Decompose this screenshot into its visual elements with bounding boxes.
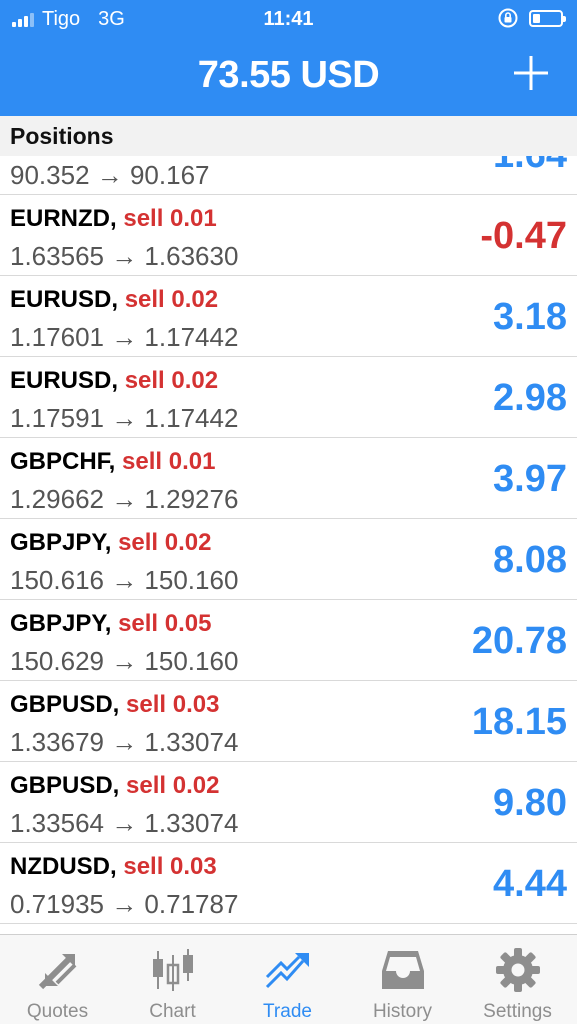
tab-label: Settings (483, 1001, 552, 1022)
position-profit: 3.97 (493, 458, 567, 500)
position-price-change: 1.29662 → 1.29276 (10, 484, 239, 514)
account-balance: 73.55 USD (197, 54, 380, 96)
trade-trend-icon (265, 953, 309, 989)
tab-label: History (372, 1001, 433, 1022)
position-row[interactable]: EURUSD, sell 0.02 1.17591 → 1.17442 2.98 (0, 357, 577, 438)
position-profit: 1.64 (493, 156, 567, 177)
position-action: sell 0.01 (122, 448, 216, 475)
settings-gear-icon (496, 948, 540, 992)
positions-list[interactable]: 90.352 → 90.167 1.64 EURNZD, sell 0.01 1.63… (0, 156, 577, 934)
battery-icon (529, 9, 566, 27)
position-symbol-line: GBPUSD, sell 0.02 (10, 772, 219, 800)
position-row[interactable]: 90.352 → 90.167 1.64 (0, 156, 577, 195)
position-action: sell 0.05 (118, 610, 212, 637)
nav-bar: 73.55 USD (0, 38, 577, 116)
status-bar: Tigo 3G 11:41 (0, 0, 577, 38)
position-symbol-line: GBPUSD, sell 0.03 (10, 691, 219, 719)
position-symbol: GBPUSD, (10, 772, 120, 799)
position-price-change: 1.63565 → 1.63630 (10, 241, 239, 271)
position-symbol-line: EURUSD, sell 0.02 (10, 367, 218, 395)
position-row[interactable]: GBPJPY, sell 0.02 150.616 → 150.160 8.08 (0, 519, 577, 600)
position-symbol-line: NZDUSD, sell 0.03 (10, 853, 217, 881)
status-right (497, 7, 566, 29)
position-profit: -0.47 (480, 215, 567, 257)
position-row[interactable]: GBPUSD, sell 0.02 1.33564 → 1.33074 9.80 (0, 762, 577, 843)
tab-settings[interactable]: Settings (460, 935, 575, 1025)
position-row[interactable]: GBPCHF, sell 0.01 1.29662 → 1.29276 3.97 (0, 438, 577, 519)
position-row[interactable]: EURNZD, sell 0.01 1.63565 → 1.63630 -0.47 (0, 195, 577, 276)
tab-label: Trade (263, 1001, 312, 1022)
position-action: sell 0.01 (123, 205, 217, 232)
position-profit: 18.15 (471, 701, 567, 743)
position-price-change: 1.33564 → 1.33074 (10, 808, 239, 838)
position-price-change: 150.629 → 150.160 (10, 646, 239, 676)
position-action: sell 0.02 (124, 286, 219, 313)
position-symbol: GBPJPY, (10, 610, 112, 637)
position-row[interactable]: EURUSD, sell 0.02 1.17601 → 1.17442 3.18 (0, 276, 577, 357)
position-symbol-line: EURUSD, sell 0.02 (10, 286, 218, 314)
position-symbol-line: GBPJPY, sell 0.05 (10, 610, 211, 638)
position-profit: 2.98 (493, 377, 567, 419)
position-symbol: EURUSD, (10, 286, 119, 313)
positions-section-header: Positions (0, 116, 577, 156)
plus-icon (514, 56, 548, 90)
position-symbol: GBPCHF, (10, 448, 116, 475)
position-row[interactable]: GBPUSD, sell 0.03 1.33679 → 1.33074 18.15 (0, 681, 577, 762)
orientation-lock-icon (498, 8, 518, 28)
position-price-change: 90.352 → 90.167 (10, 160, 210, 190)
tab-chart[interactable]: Chart (115, 935, 230, 1025)
quotes-arrows-icon (38, 954, 77, 990)
tab-quotes[interactable]: Quotes (0, 935, 115, 1025)
position-row[interactable]: GBPJPY, sell 0.05 150.629 → 150.160 20.78 (0, 600, 577, 681)
position-action: sell 0.03 (123, 853, 217, 880)
position-profit: 4.44 (493, 863, 567, 905)
history-inbox-icon (382, 951, 424, 989)
position-action: sell 0.02 (124, 367, 219, 394)
position-price-change: 1.33679 → 1.33074 (10, 727, 239, 757)
position-symbol-line: EURNZD, sell 0.01 (10, 205, 217, 233)
position-symbol: GBPJPY, (10, 529, 112, 556)
tab-trade[interactable]: Trade (230, 935, 345, 1025)
position-symbol: GBPUSD, (10, 691, 120, 718)
position-symbol: EURNZD, (10, 205, 117, 232)
position-profit: 8.08 (493, 539, 567, 581)
position-profit: 3.18 (493, 296, 567, 338)
position-symbol: NZDUSD, (10, 853, 117, 880)
position-profit: 20.78 (471, 620, 567, 662)
position-symbol-line: GBPJPY, sell 0.02 (10, 529, 211, 557)
position-symbol: EURUSD, (10, 367, 119, 394)
position-row[interactable]: NZDUSD, sell 0.03 0.71935 → 0.71787 4.44 (0, 843, 577, 924)
position-price-change: 1.17591 → 1.17442 (10, 403, 239, 433)
tab-label: Quotes (26, 1001, 89, 1022)
candlestick-chart-icon (153, 949, 193, 991)
tab-bar: Quotes Chart Trade History Settings (0, 934, 577, 1024)
position-price-change: 1.17601 → 1.17442 (10, 322, 239, 352)
position-symbol-line: GBPCHF, sell 0.01 (10, 448, 215, 476)
position-profit: 9.80 (493, 782, 567, 824)
add-order-button[interactable] (511, 48, 551, 98)
position-price-change: 150.616 → 150.160 (10, 565, 239, 595)
position-action: sell 0.02 (118, 529, 212, 556)
position-action: sell 0.02 (126, 772, 220, 799)
position-price-change: 0.71935 → 0.71787 (10, 889, 239, 919)
position-action: sell 0.03 (126, 691, 220, 718)
section-title: Positions (10, 123, 114, 149)
positions-rows: 90.352 → 90.167 1.64 EURNZD, sell 0.01 1.63… (0, 156, 577, 924)
tab-history[interactable]: History (345, 935, 460, 1025)
tab-label: Chart (149, 1001, 196, 1022)
status-time: 11:41 (263, 8, 314, 30)
